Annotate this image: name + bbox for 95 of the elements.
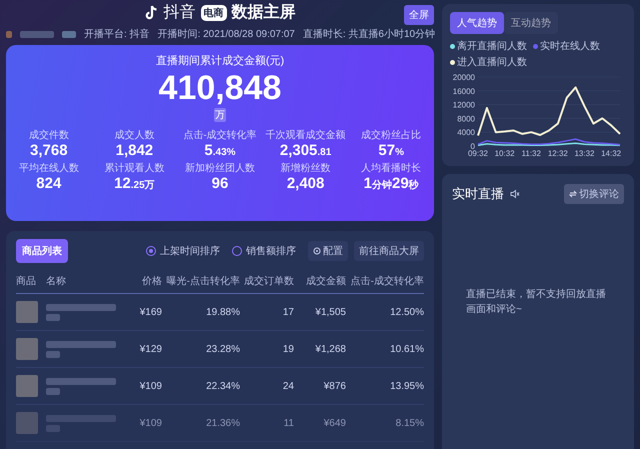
metric-value: 96 xyxy=(212,175,228,192)
metric-label: 新增粉丝数 xyxy=(280,162,331,175)
music-note-logo-icon xyxy=(144,4,158,20)
metric-label: 成交人数 xyxy=(114,128,154,142)
metric-label: 点击-成交转化率 xyxy=(183,128,257,142)
table-cell-text: 10.61% xyxy=(389,344,424,354)
table-cell-text: 19 xyxy=(282,344,294,354)
sort-radio[interactable]: 销售额排序 xyxy=(232,244,296,258)
table-cell-text: 21.36% xyxy=(205,418,240,428)
settings-icon xyxy=(313,247,321,255)
trend-tab[interactable]: 人气趋势 xyxy=(450,12,504,34)
y-tick-label: 20000 xyxy=(452,73,475,82)
metric-label: 新加粉丝团人数 xyxy=(184,162,255,175)
photo-placeholder xyxy=(16,375,38,397)
metric-value: 2,305.81 xyxy=(280,142,332,159)
metric-label: 平均在线人数 xyxy=(18,162,79,175)
legend-item: 离开直播间人数 xyxy=(450,39,527,53)
x-tick-label: 10:32 xyxy=(494,149,515,158)
table-cell-text: ¥876 xyxy=(322,380,346,392)
brand-name: 抖音 xyxy=(164,2,196,23)
table-cell-text: 24 xyxy=(282,380,294,392)
fullscreen-button[interactable]: 全屏 xyxy=(404,5,434,25)
x-tick-label: 13:32 xyxy=(574,149,595,158)
column-header: 名称 xyxy=(46,275,67,288)
table-cell-text: ¥109 xyxy=(138,418,162,428)
metric-label: 人均看播时长 xyxy=(361,162,422,175)
blurred-tag xyxy=(62,30,76,38)
metric-value: 1,842 xyxy=(116,142,154,159)
product-screen-button[interactable]: 前往商品大屏 xyxy=(354,241,424,261)
x-tick-label: 11:32 xyxy=(522,149,541,158)
config-button[interactable]: 配置 xyxy=(308,241,348,261)
photo-placeholder xyxy=(16,338,38,360)
y-tick-label: 8000 xyxy=(457,114,475,124)
metric-value: 5.43% xyxy=(204,142,236,159)
table-cell-text: ¥1,505 xyxy=(314,306,346,318)
live-title: 实时直播 xyxy=(452,185,504,203)
platform-text: 开播平台: 抖音 xyxy=(84,28,150,41)
swap-arrows-icon xyxy=(569,190,577,198)
blurred-account-name xyxy=(20,30,54,38)
column-header: 成交金额 xyxy=(305,274,346,288)
x-tick-label: 14:32 xyxy=(601,149,622,158)
table-cell-text: ¥109 xyxy=(138,380,162,392)
table-cell-text: 22.34% xyxy=(205,380,240,392)
photo-placeholder xyxy=(16,412,38,434)
legend-item: 进入直播间人数 xyxy=(450,55,527,69)
switch-comments-button[interactable]: 切换评论 xyxy=(564,184,624,204)
column-header: 成交订单数 xyxy=(243,274,294,288)
x-tick-label: 12:32 xyxy=(548,149,568,158)
y-tick-label: 4000 xyxy=(457,128,475,138)
table-cell-text: 19.88% xyxy=(205,306,240,318)
sort-radio[interactable]: 上架时间排序 xyxy=(146,244,220,258)
metric-value: 12.25万 xyxy=(114,175,155,192)
column-header: 曝光-点击转化率 xyxy=(166,274,240,288)
metric-label: 累计观看人数 xyxy=(104,162,164,175)
duration-text: 直播时长: 共直播6小时10分钟 xyxy=(302,28,436,41)
metric-label: 成交粉丝占比 xyxy=(361,128,422,142)
unit-label: 万 xyxy=(214,108,226,122)
muted-speaker-icon[interactable] xyxy=(510,189,520,199)
metric-value: 3,768 xyxy=(30,142,68,159)
x-tick-label: 09:32 xyxy=(468,149,488,158)
metric-value: 57% xyxy=(378,142,404,159)
y-tick-label: 0 xyxy=(470,142,475,151)
y-tick-label: 12000 xyxy=(452,100,475,110)
metric-label: 千次观看成交金额 xyxy=(266,128,346,142)
start-time-text: 开播时间: 2021/08/28 09:07:07 xyxy=(158,28,295,41)
brand-tag: 电商 xyxy=(200,4,226,20)
radio-icon[interactable] xyxy=(232,246,242,256)
product-list-tab[interactable]: 商品列表 xyxy=(16,239,68,263)
column-header: 价格 xyxy=(141,274,162,288)
metric-label: 成交件数 xyxy=(28,128,69,142)
page-title: 数据主屏 xyxy=(232,2,296,23)
photo-placeholder xyxy=(16,301,38,323)
radio-icon[interactable] xyxy=(146,246,156,256)
table-cell-text: 11 xyxy=(282,418,294,428)
table-cell-text: 13.95% xyxy=(389,380,424,392)
metric-value: 2,408 xyxy=(286,175,324,192)
table-cell-text: ¥129 xyxy=(138,344,162,354)
metric-value: 824 xyxy=(36,175,62,192)
table-cell-text: ¥169 xyxy=(138,306,162,318)
metric-value: 1分钟29秒 xyxy=(364,175,419,192)
table-cell-text: 12.50% xyxy=(389,306,424,318)
table-cell-text: ¥649 xyxy=(322,418,346,428)
card-title: 直播期间累计成交金额(元) xyxy=(156,54,284,68)
y-tick-label: 16000 xyxy=(452,86,475,96)
total-amount: 410,848 xyxy=(158,68,282,108)
live-ended-message: 直播已结束，暂不支持回放直播画面和评论~ xyxy=(466,288,607,316)
blurred-avatar xyxy=(6,30,12,38)
trend-tab[interactable]: 互动趋势 xyxy=(504,12,558,34)
column-header: 点击-成交转化率 xyxy=(350,274,424,288)
table-cell-text: 17 xyxy=(282,306,294,318)
legend-item: 实时在线人数 xyxy=(533,39,600,53)
column-header: 商品 xyxy=(16,274,37,288)
table-cell-text: 8.15% xyxy=(394,418,424,428)
table-cell-text: 23.28% xyxy=(205,344,240,354)
table-cell-text: ¥1,268 xyxy=(314,344,346,354)
